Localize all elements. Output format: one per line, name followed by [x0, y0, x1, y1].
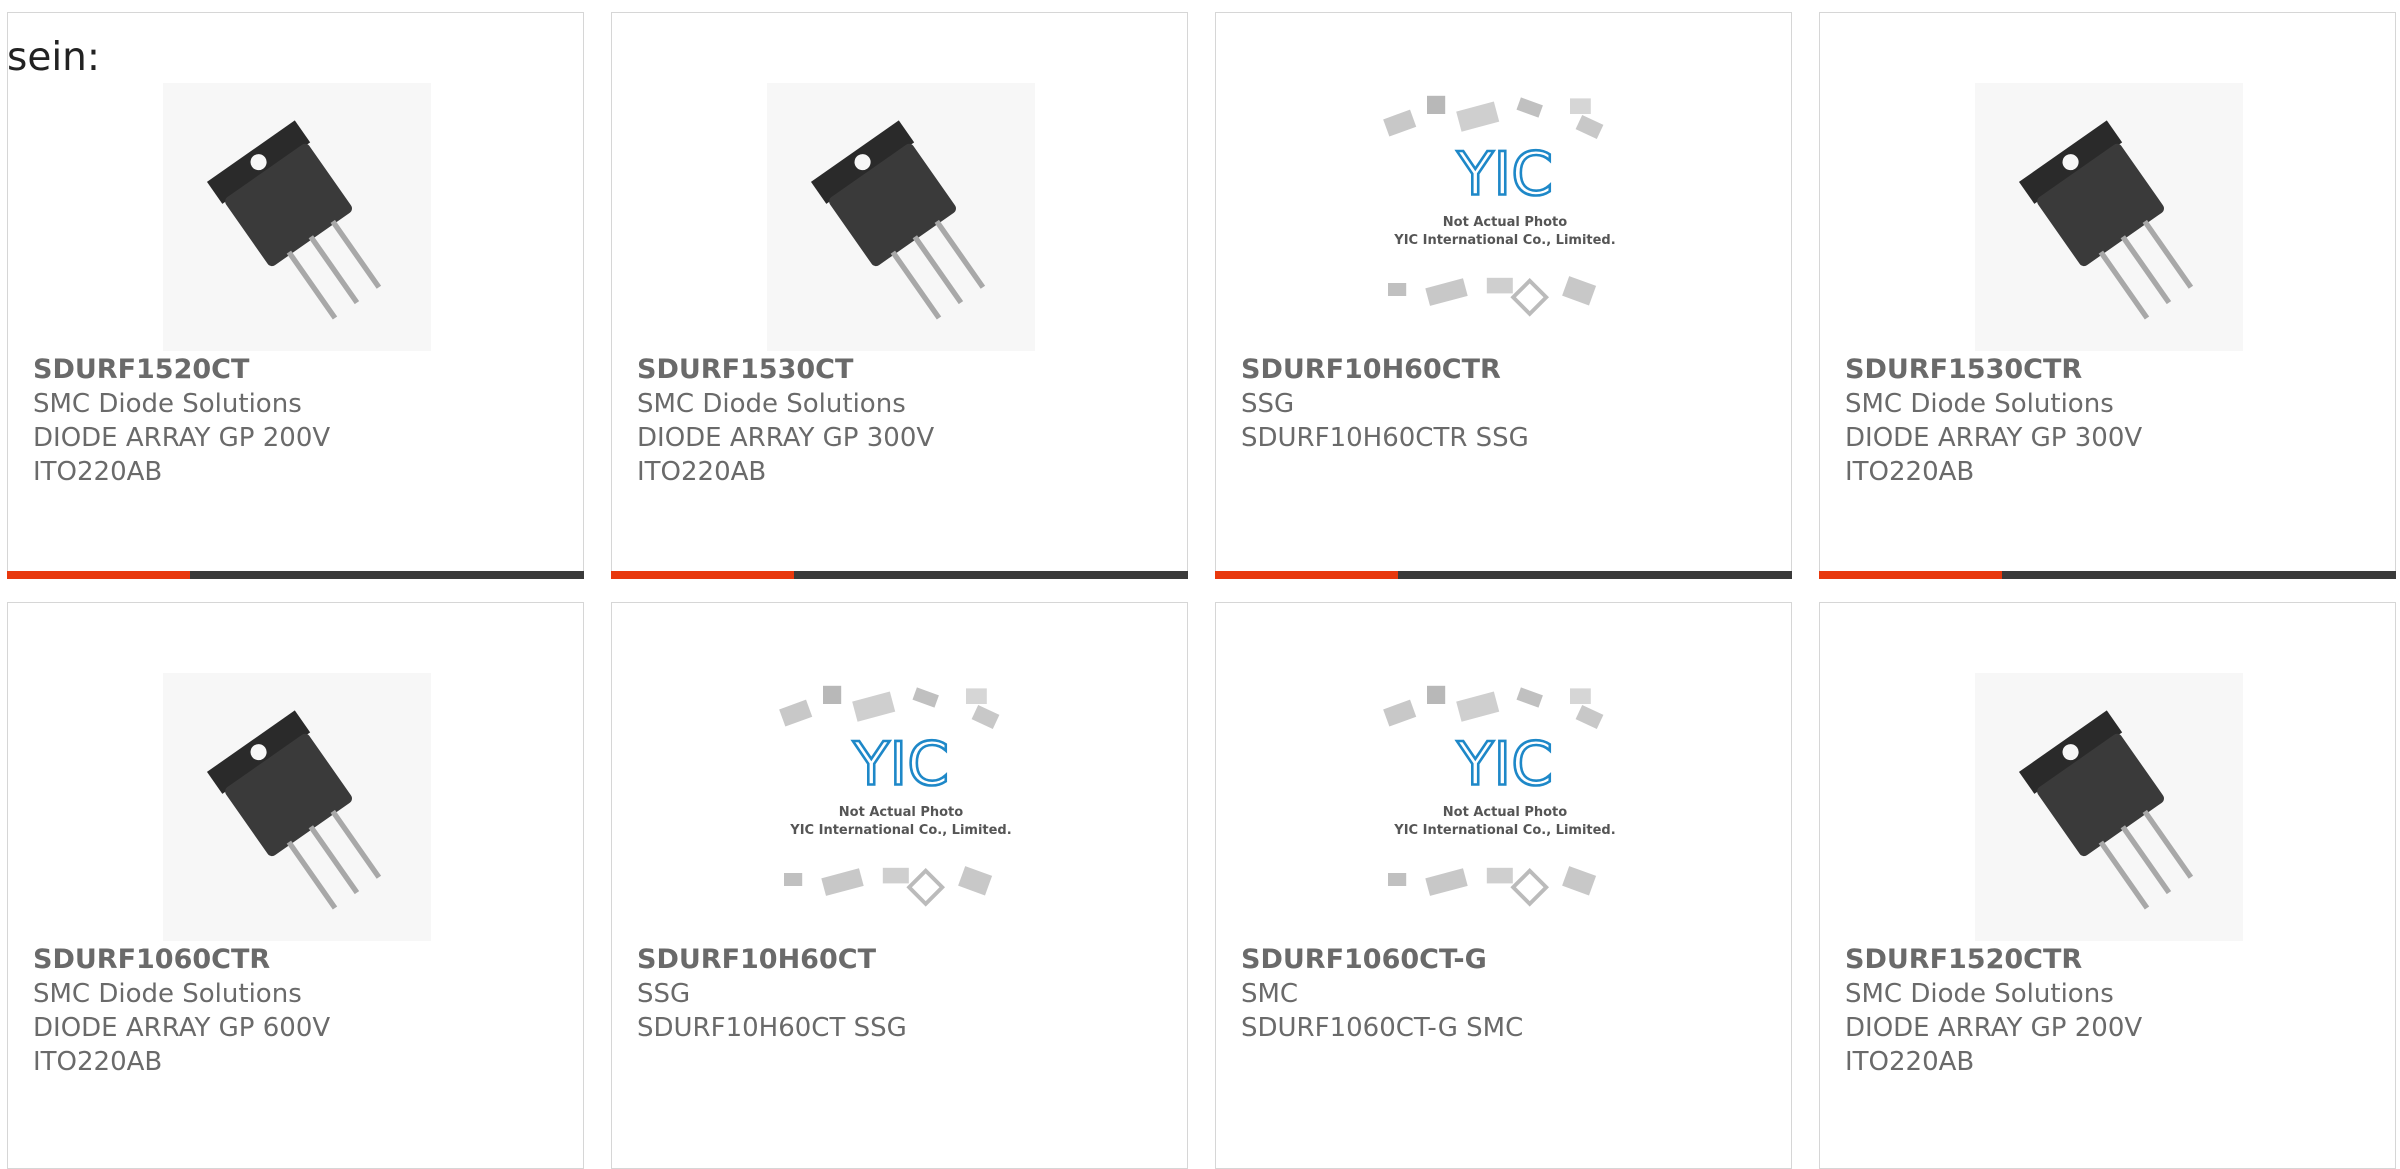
manufacturer: SSG: [637, 979, 691, 1009]
product-card[interactable]: SDURF1520CTR SMC Diode Solutions DIODE A…: [1819, 602, 2396, 1169]
description: DIODE ARRAY GP 300V: [1845, 423, 2143, 453]
product-card[interactable]: YIC Not Actual Photo YIC International C…: [1215, 602, 1792, 1169]
not-actual-photo-image: YIC Not Actual Photo YIC International C…: [779, 685, 1012, 907]
card-bottom-bar: [611, 571, 1188, 579]
company-label: YIC International Co., Limited.: [1393, 823, 1615, 838]
description: SDURF1060CT-G SMC: [1241, 1013, 1524, 1043]
manufacturer: SMC Diode Solutions: [1845, 389, 2114, 419]
package: ITO220AB: [33, 457, 163, 487]
company-label: YIC International Co., Limited.: [1393, 233, 1615, 248]
yic-logo: YIC: [1456, 730, 1553, 800]
product-card[interactable]: SDURF1530CT SMC Diode Solutions DIODE AR…: [611, 12, 1188, 579]
not-actual-photo-label: Not Actual Photo: [839, 805, 963, 820]
not-actual-photo-image: YIC Not Actual Photo YIC International C…: [1383, 95, 1616, 317]
manufacturer: SMC Diode Solutions: [33, 979, 302, 1009]
accent-bar: [611, 571, 794, 579]
part-number[interactable]: SDURF10H60CT: [637, 943, 1167, 977]
package: ITO220AB: [637, 457, 767, 487]
part-number[interactable]: SDURF10H60CTR: [1241, 353, 1771, 387]
manufacturer: SSG: [1241, 389, 1295, 419]
package: ITO220AB: [1845, 457, 1975, 487]
transistor-image: [163, 673, 431, 941]
card-bottom-bar: [1215, 571, 1792, 579]
product-card[interactable]: YIC Not Actual Photo YIC International C…: [611, 602, 1188, 1169]
product-card[interactable]: YIC Not Actual Photo YIC International C…: [1215, 12, 1792, 579]
manufacturer: SMC Diode Solutions: [637, 389, 906, 419]
card-bottom-bar: [1819, 571, 2396, 579]
transistor-image: [1975, 83, 2243, 351]
accent-bar: [1819, 571, 2002, 579]
transistor-image: [163, 83, 431, 351]
description: SDURF10H60CTR SSG: [1241, 423, 1529, 453]
card-bottom-bar: [7, 571, 584, 579]
page-heading: sein:: [7, 35, 101, 80]
part-number[interactable]: SDURF1060CT-G: [1241, 943, 1771, 977]
transistor-image: [767, 83, 1035, 351]
part-number[interactable]: SDURF1530CT: [637, 353, 1167, 387]
product-card[interactable]: SDURF1530CTR SMC Diode Solutions DIODE A…: [1819, 12, 2396, 579]
description: SDURF10H60CT SSG: [637, 1013, 907, 1043]
product-card[interactable]: SDURF1520CT SMC Diode Solutions DIODE AR…: [7, 12, 584, 579]
transistor-image: [1975, 673, 2243, 941]
not-actual-photo-image: YIC Not Actual Photo YIC International C…: [1383, 685, 1616, 907]
part-number[interactable]: SDURF1520CT: [33, 353, 563, 387]
yic-logo: YIC: [852, 730, 949, 800]
product-card[interactable]: SDURF1060CTR SMC Diode Solutions DIODE A…: [7, 602, 584, 1169]
accent-bar: [1215, 571, 1398, 579]
part-number[interactable]: SDURF1530CTR: [1845, 353, 2375, 387]
not-actual-photo-label: Not Actual Photo: [1443, 215, 1567, 230]
description: DIODE ARRAY GP 200V: [33, 423, 331, 453]
part-number[interactable]: SDURF1060CTR: [33, 943, 563, 977]
manufacturer: SMC Diode Solutions: [33, 389, 302, 419]
part-number[interactable]: SDURF1520CTR: [1845, 943, 2375, 977]
not-actual-photo-label: Not Actual Photo: [1443, 805, 1567, 820]
company-label: YIC International Co., Limited.: [789, 823, 1011, 838]
description: DIODE ARRAY GP 300V: [637, 423, 935, 453]
manufacturer: SMC Diode Solutions: [1845, 979, 2114, 1009]
description: DIODE ARRAY GP 200V: [1845, 1013, 2143, 1043]
package: ITO220AB: [1845, 1047, 1975, 1077]
yic-logo: YIC: [1456, 140, 1553, 210]
manufacturer: SMC: [1241, 979, 1299, 1009]
accent-bar: [7, 571, 190, 579]
description: DIODE ARRAY GP 600V: [33, 1013, 331, 1043]
package: ITO220AB: [33, 1047, 163, 1077]
